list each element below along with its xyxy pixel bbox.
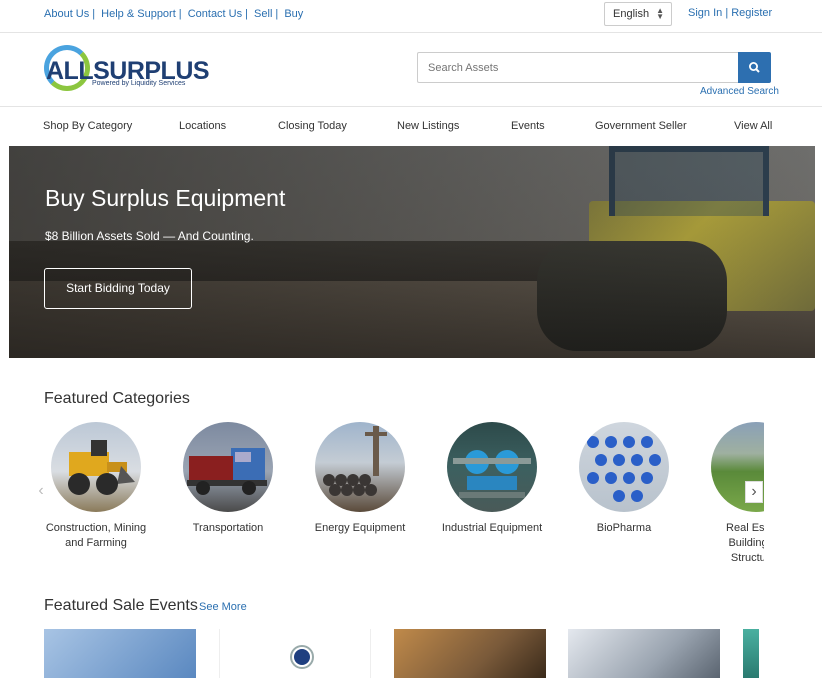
see-more-link[interactable]: See More (199, 601, 247, 613)
hero-title: Buy Surplus Equipment (45, 185, 286, 211)
hero-overlay (9, 146, 815, 358)
sort-caret-icon: ▲ ▼ (656, 6, 664, 21)
about-us-link[interactable]: About Us (44, 8, 89, 20)
separator: | (275, 8, 279, 20)
search-icon (748, 61, 760, 73)
vials-image (579, 422, 669, 512)
language-select[interactable]: English ▲ ▼ (604, 2, 672, 26)
logo-tagline: Powered by Liquidity Services (92, 80, 186, 87)
category-label: Transportation (192, 522, 264, 534)
auth-links: Sign In | Register (688, 7, 772, 19)
category-transportation[interactable]: Transportation (176, 422, 280, 536)
main-nav: Shop By Category Locations Closing Today… (0, 107, 822, 146)
contact-us-link[interactable]: Contact Us (188, 8, 242, 20)
help-support-link[interactable]: Help & Support (101, 8, 176, 20)
nav-view-all[interactable]: View All (734, 120, 772, 132)
separator: | (178, 8, 182, 20)
nav-locations[interactable]: Locations (179, 120, 226, 132)
drill-pipes-image (315, 422, 405, 512)
ring-image (290, 645, 314, 669)
utility-links: About Us | Help & Support | Contact Us | Se… (44, 8, 303, 20)
language-value: English (613, 8, 650, 20)
nav-events[interactable]: Events (511, 120, 545, 132)
sign-in-link[interactable]: Sign In (688, 7, 722, 19)
hero-subtitle: $8 Billion Assets Sold — And Counting. (45, 229, 254, 243)
category-biopharma[interactable]: BioPharma (572, 422, 676, 536)
category-label: BioPharma (596, 522, 652, 534)
nav-closing-today[interactable]: Closing Today (278, 120, 347, 132)
nav-government-seller[interactable]: Government Seller (595, 120, 687, 132)
pumps-image (447, 422, 537, 512)
buy-link[interactable]: Buy (284, 8, 303, 20)
category-label: Real Estate, Buildings & Structures (726, 522, 764, 564)
featured-sale-events-title: Featured Sale Events (44, 597, 198, 614)
separator: | (245, 8, 248, 20)
start-bidding-button[interactable]: Start Bidding Today (44, 268, 192, 309)
semi-truck-image (183, 422, 273, 512)
nav-shop-by-category[interactable]: Shop By Category (43, 120, 132, 132)
search-button[interactable] (738, 52, 771, 83)
sale-event-card[interactable] (44, 629, 196, 678)
separator: | (92, 8, 96, 20)
category-label: Construction, Mining and Farming (45, 522, 147, 549)
carousel-next-button[interactable]: › (745, 481, 763, 503)
search-input[interactable] (417, 52, 738, 83)
hero-banner: Buy Surplus Equipment $8 Billion Assets … (9, 146, 815, 358)
advanced-search-link[interactable]: Advanced Search (700, 86, 779, 97)
category-industrial-equipment[interactable]: Industrial Equipment (440, 422, 544, 536)
register-link[interactable]: Register (731, 7, 772, 19)
carousel-prev-button[interactable]: ‹ (32, 481, 50, 503)
wheel-loader-image (51, 422, 141, 512)
sale-event-card[interactable] (219, 629, 371, 678)
sell-link[interactable]: Sell (254, 8, 272, 20)
sale-event-card[interactable] (743, 629, 759, 678)
featured-categories-title: Featured Categories (44, 390, 190, 407)
utility-bar: About Us | Help & Support | Contact Us | Se… (0, 0, 822, 33)
category-label: Industrial Equipment (441, 522, 543, 534)
category-construction[interactable]: Construction, Mining and Farming (44, 422, 148, 551)
sale-event-card[interactable] (394, 629, 546, 678)
site-header: ALLSURPLUS Powered by Liquidity Services… (0, 33, 822, 107)
category-label: Energy Equipment (314, 522, 406, 534)
category-carousel: Construction, Mining and Farming Transpo… (44, 422, 764, 572)
category-energy-equipment[interactable]: Energy Equipment (308, 422, 412, 536)
nav-new-listings[interactable]: New Listings (397, 120, 459, 132)
allsurplus-logo[interactable]: ALLSURPLUS Powered by Liquidity Services (44, 43, 210, 95)
sale-event-card[interactable] (568, 629, 720, 678)
